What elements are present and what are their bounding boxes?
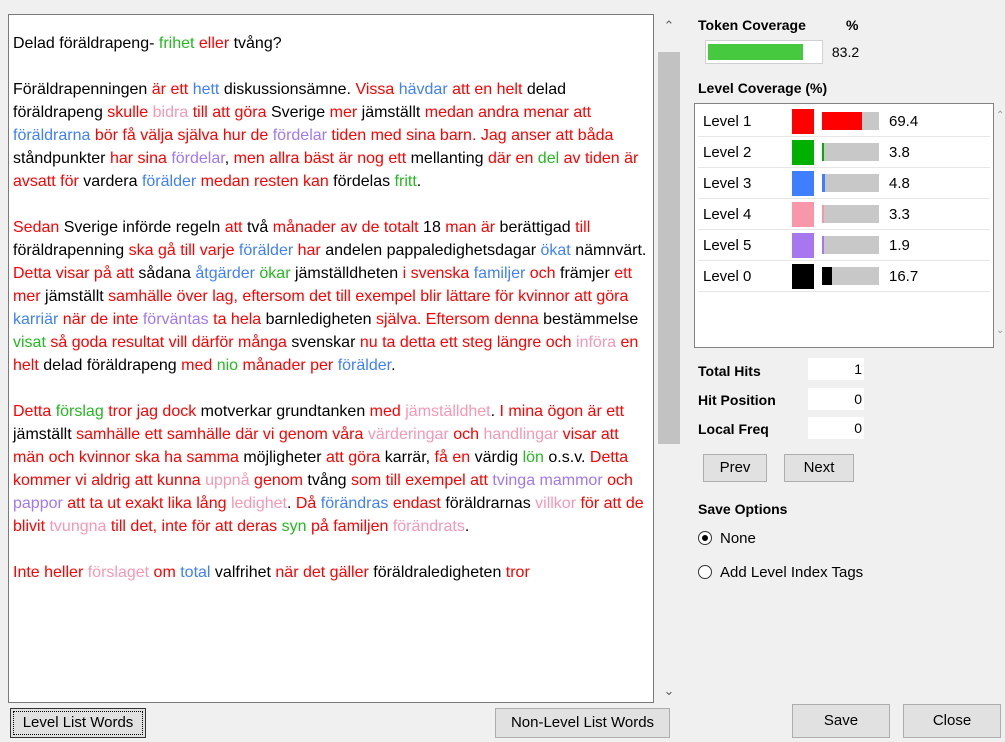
level-coverage-bar [822,112,879,130]
non-level-list-words-button[interactable]: Non-Level List Words [495,708,670,738]
text-panel[interactable]: Delad föräldrapeng- frihet eller tvång? … [8,14,654,703]
level-row[interactable]: Level 4 3.3 [695,199,993,230]
text-scrollbar[interactable]: ⌃ ⌄ [654,14,684,703]
total-hits-label: Total Hits [698,363,761,379]
save-button[interactable]: Save [792,704,890,738]
level-coverage-bar [822,267,879,285]
radio-none-label[interactable]: None [720,530,756,547]
radio-add-level-index-tags-label[interactable]: Add Level Index Tags [720,564,863,581]
token-coverage-label: Token Coverage [698,17,806,33]
level-color-swatch [792,264,814,289]
text-paragraph: Detta förslag tror jag dock motverkar gr… [13,403,644,535]
level-name: Level 4 [703,206,752,223]
token-coverage-bar-fill [708,44,803,60]
level-coverage-bar-fill [822,174,825,192]
level-coverage-bar [822,174,879,192]
level-coverage-bar-fill [822,205,824,223]
level-color-swatch [792,233,814,258]
level-coverage-value: 16.7 [889,268,919,285]
text-paragraph: Sedan Sverige införde regeln att två mån… [13,219,647,374]
level-color-swatch [792,202,814,227]
local-freq-label: Local Freq [698,421,769,437]
level-coverage-bar-fill [822,236,824,254]
level-coverage-bar-fill [822,143,824,161]
level-color-swatch [792,171,814,196]
level-name: Level 5 [703,237,752,254]
level-list-scrollbar[interactable]: ⌃ ⌄ [995,110,1004,345]
level-coverage-label: Level Coverage (%) [698,80,828,96]
text-title: Delad föräldrapeng- frihet eller tvång? [13,35,282,52]
level-name: Level 3 [703,175,752,192]
level-name: Level 2 [703,144,752,161]
hit-position-value: 0 [808,388,864,410]
radio-none[interactable] [698,531,712,545]
level-coverage-value: 69.4 [889,113,919,130]
level-name: Level 1 [703,113,752,130]
token-coverage-unit: % [846,17,859,33]
level-coverage-value: 4.8 [889,175,910,192]
chevron-up-icon[interactable]: ⌃ [654,16,684,36]
level-coverage-value: 1.9 [889,237,910,254]
level-row[interactable]: Level 2 3.8 [695,137,993,168]
level-row[interactable]: Level 0 16.7 [695,261,993,292]
token-coverage-bar [705,40,823,64]
chevron-down-icon[interactable]: ⌄ [654,681,684,701]
level-coverage-value: 3.8 [889,144,910,161]
prev-button[interactable]: Prev [703,454,767,482]
level-color-swatch [792,140,814,165]
level-coverage-bar-fill [822,112,862,130]
level-coverage-bar-fill [822,267,832,285]
close-button[interactable]: Close [903,704,1001,738]
save-options-label: Save Options [698,501,788,517]
hit-position-label: Hit Position [698,392,776,408]
token-coverage-value: 83.2 [831,44,860,60]
local-freq-value: 0 [808,417,864,439]
level-coverage-bar [822,143,879,161]
text-paragraph: Föräldrapenningen är ett hett diskussion… [13,81,639,190]
radio-add-level-index-tags[interactable] [698,565,712,579]
chevron-up-icon[interactable]: ⌃ [996,110,1004,121]
text-paragraph: Inte heller förslaget om total valfrihet… [13,564,530,581]
level-color-swatch [792,109,814,134]
scrollbar-thumb[interactable] [658,52,680,444]
level-name: Level 0 [703,268,752,285]
chevron-down-icon[interactable]: ⌄ [996,325,1004,336]
total-hits-value: 1 [808,358,864,380]
level-coverage-value: 3.3 [889,206,910,223]
next-button[interactable]: Next [784,454,854,482]
level-row[interactable]: Level 5 1.9 [695,230,993,261]
level-row[interactable]: Level 3 4.8 [695,168,993,199]
text-content: Delad föräldrapeng- frihet eller tvång? … [13,32,649,607]
level-row[interactable]: Level 1 69.4 [695,106,993,137]
level-list-words-button[interactable]: Level List Words [10,708,146,738]
level-coverage-bar [822,205,879,223]
radio-selected-dot [702,535,708,541]
row-divider [698,291,990,292]
level-coverage-list[interactable]: Level 1 69.4 Level 2 3.8 Level 3 4.8 Level 4 3.… [694,103,994,348]
level-coverage-bar [822,236,879,254]
